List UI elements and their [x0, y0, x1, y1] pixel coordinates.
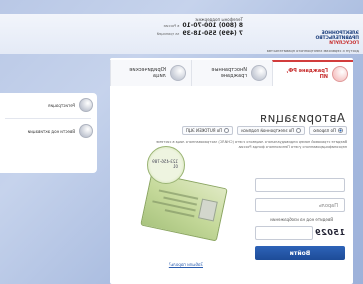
tab-legal-entities[interactable]: Юридические лица [110, 60, 191, 86]
auth-method-selector: По паролю По электронной подписи По RUTO… [181, 126, 347, 135]
citizens-icon [332, 66, 348, 82]
snils-zoom-text: 123-456-789 01 [152, 159, 178, 169]
support-phones: Телефоны поддержки: 8 (800) 100-70-10в Р… [153, 17, 243, 38]
password-input[interactable]: Пароль [255, 198, 345, 212]
snils-input[interactable] [255, 178, 345, 192]
phone-abroad-number: 7 (499) 550-18-39 [182, 30, 243, 37]
sidebar-item-registration-label: Регистрация [48, 102, 75, 108]
forgot-password-link[interactable]: Забыли пароль? [169, 262, 203, 267]
logo-subtitle: доступ к сервисам электронного правитель… [266, 49, 359, 53]
snils-zoom-lens: 123-456-789 01 [147, 146, 185, 184]
tab-foreigners-label: Иностранные граждане [211, 67, 247, 79]
captcha-image: 15029 [314, 228, 345, 237]
card-photo [197, 198, 218, 222]
radio-icon [296, 128, 302, 133]
phone-abroad-note: за границей [156, 32, 180, 36]
registration-icon [79, 98, 93, 112]
sidebar-divider [5, 118, 91, 119]
method-password-label: По паролю [313, 128, 336, 133]
legal-entities-icon [170, 65, 186, 81]
sidebar-item-activation[interactable]: Ввести код активации [3, 124, 93, 138]
captcha-label: Введите код на изображении [270, 217, 333, 222]
tab-citizens[interactable]: Граждане РФ, ИП [272, 60, 353, 86]
activation-code-icon [79, 124, 93, 138]
captcha-input[interactable] [255, 226, 313, 240]
header: ЭЛЕКТРОННОЕ ПРАВИТЕЛЬСТВО ГОСУСЛУГИ дост… [0, 14, 363, 54]
method-rutoken-label: По RUTOKEN ЭЦП [185, 128, 223, 133]
radio-icon [224, 128, 230, 133]
sidebar-item-activation-label: Ввести код активации [27, 128, 75, 134]
site-logo[interactable]: ЭЛЕКТРОННОЕ ПРАВИТЕЛЬСТВО ГОСУСЛУГИ дост… [267, 31, 359, 61]
radio-selected-icon [338, 128, 343, 133]
method-password[interactable]: По паролю [309, 126, 347, 135]
method-signature[interactable]: По электронной подписи [237, 126, 306, 135]
phone-russia-number: 8 (800) 100-70-10 [182, 22, 243, 29]
phone-russia: 8 (800) 100-70-10в России [153, 22, 243, 30]
sidebar-item-registration[interactable]: Регистрация [3, 98, 93, 112]
page-title: Авторизация [259, 111, 345, 125]
login-button[interactable]: Войти [255, 246, 345, 260]
tab-legal-entities-label: Юридические лица [129, 67, 166, 79]
logo-line-3: ГОСУСЛУГИ [329, 41, 359, 46]
page: ЭЛЕКТРОННОЕ ПРАВИТЕЛЬСТВО ГОСУСЛУГИ дост… [0, 0, 363, 284]
phone-abroad: 7 (499) 550-18-39за границей [153, 30, 243, 38]
user-type-tabs: Граждане РФ, ИП Иностранные граждане Юри… [110, 60, 353, 86]
method-rutoken[interactable]: По RUTOKEN ЭЦП [181, 126, 234, 135]
tab-foreigners[interactable]: Иностранные граждане [191, 60, 272, 86]
foreigners-icon [251, 65, 267, 81]
method-signature-label: По электронной подписи [241, 128, 295, 133]
phone-russia-note: в России [163, 24, 180, 28]
tab-citizens-label: Граждане РФ, ИП [286, 68, 328, 80]
